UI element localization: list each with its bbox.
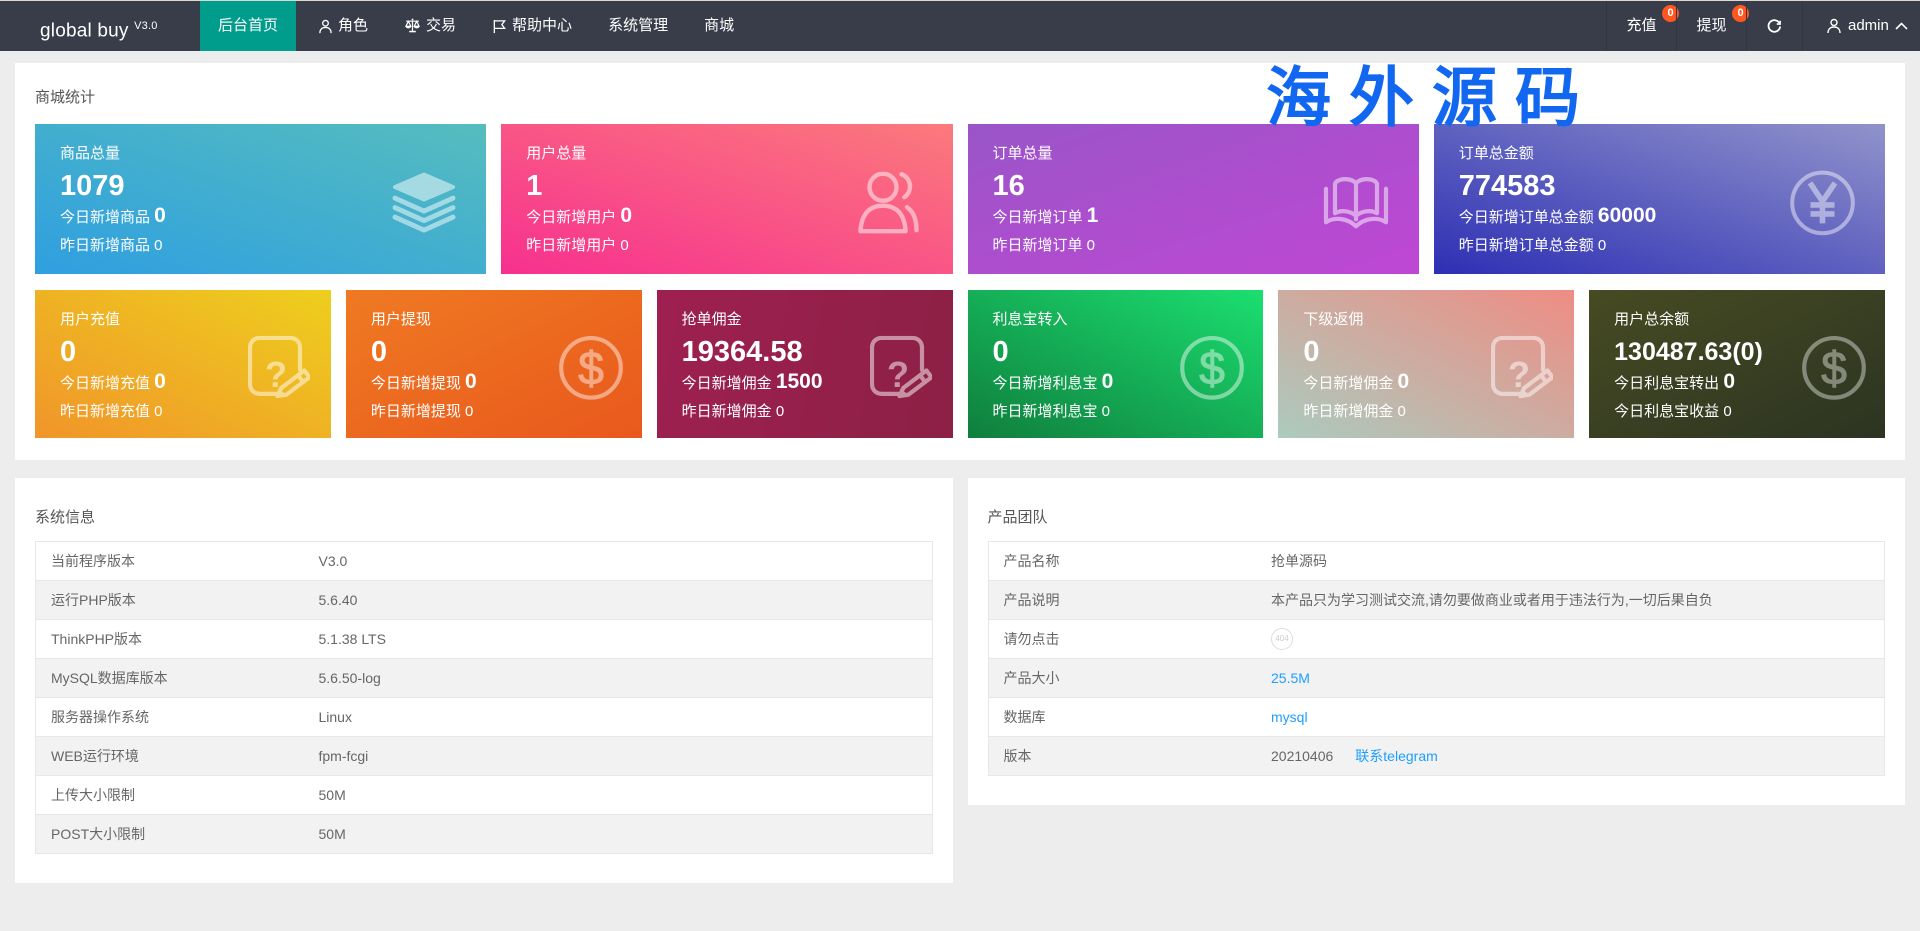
svg-text:$: $ <box>1821 342 1847 394</box>
svg-text:$: $ <box>578 342 604 394</box>
svg-text:$: $ <box>1200 342 1226 394</box>
